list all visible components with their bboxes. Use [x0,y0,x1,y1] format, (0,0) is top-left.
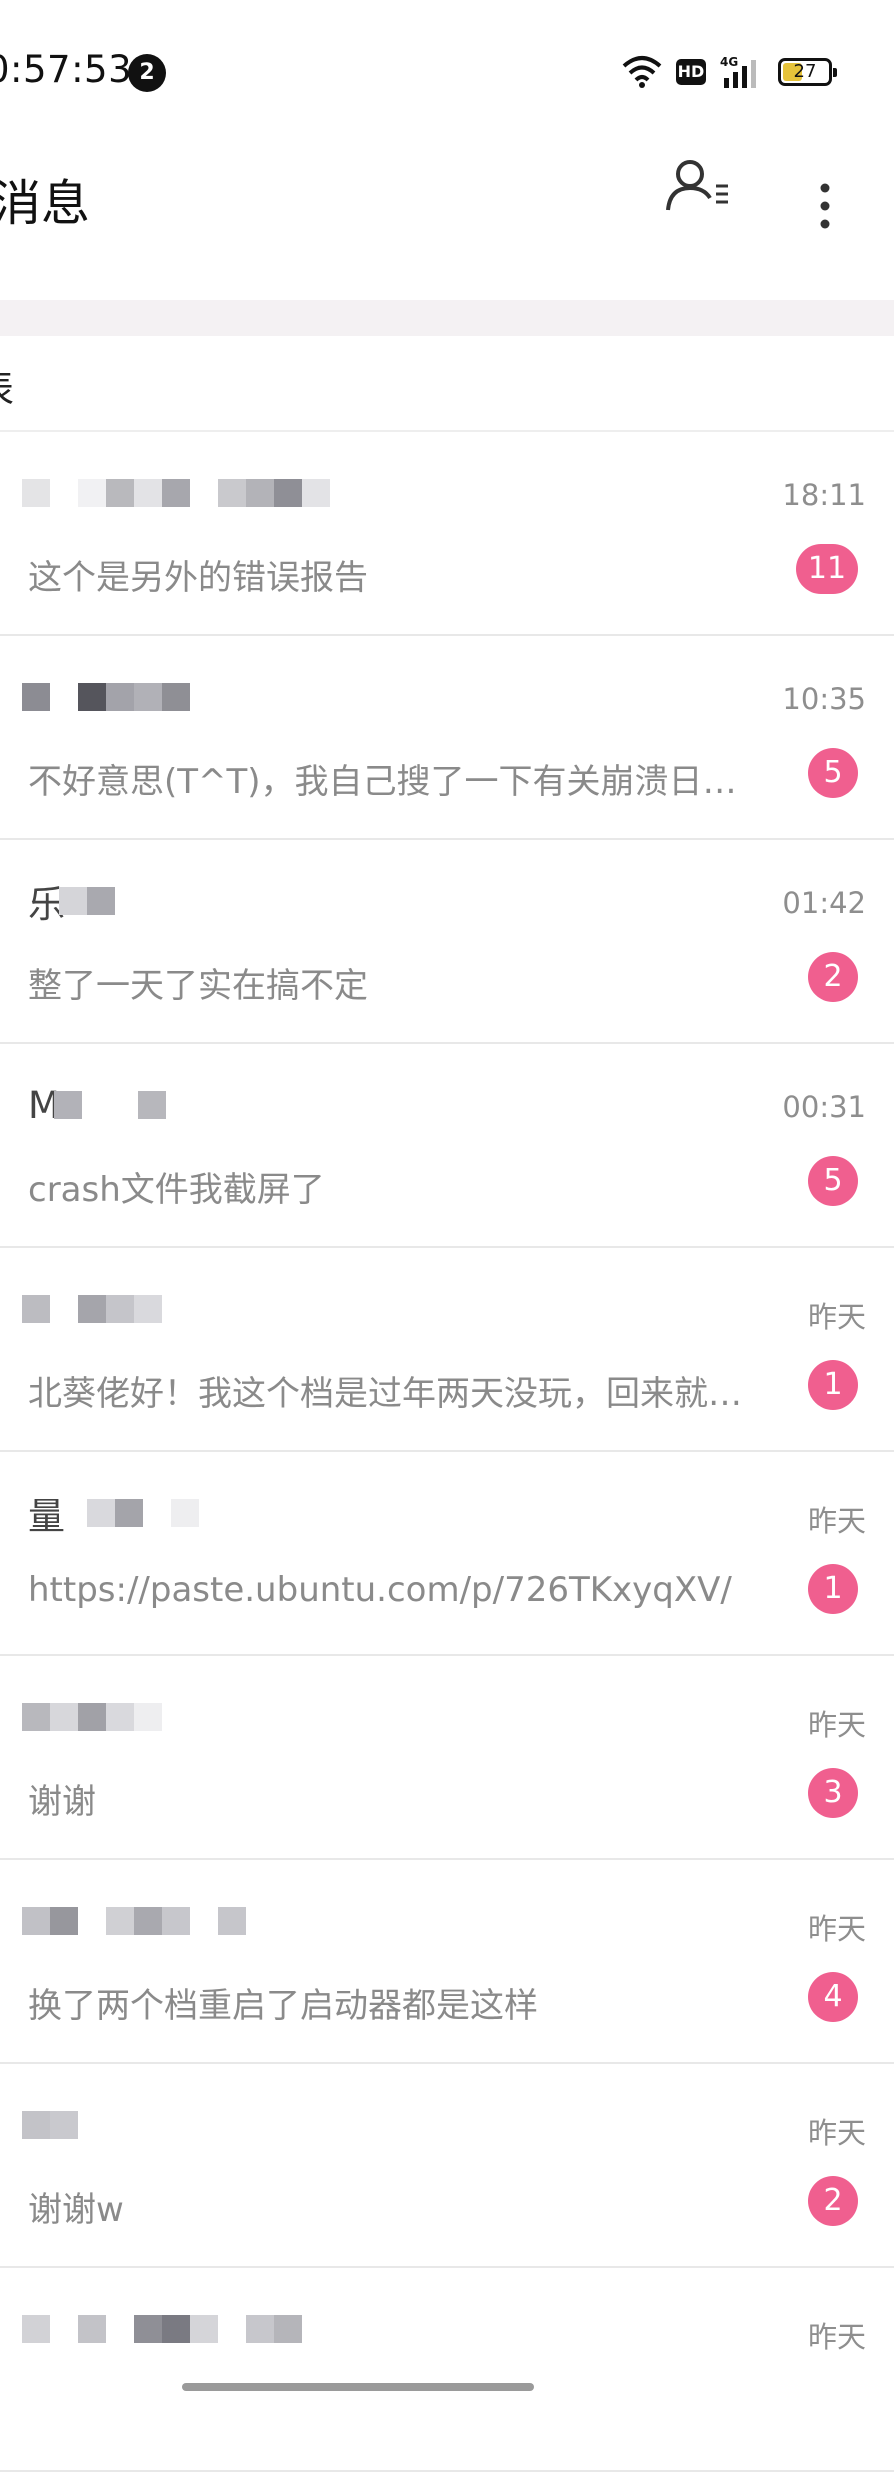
contact-name: 量 [28,1488,199,1538]
contact-name [22,1896,246,1946]
message-preview: 整了一天了实在搞不定 [28,966,368,1006]
message-preview: 北葵佬好！我这个档是过年两天没玩，回来就打不开了 [28,1374,768,1414]
header-divider [0,300,894,336]
conversation-row[interactable]: 昨天 换了两个档重启了启动器都是这样 4 [0,1860,894,2064]
message-time: 01:42 [782,886,866,920]
unread-count-badge: 5 [808,1156,858,1206]
message-preview: https://paste.ubuntu.com/p/726TKxyqXV/ [28,1570,732,1610]
contact-name [22,468,330,518]
conversation-row[interactable]: M 00:31 crash文件我截屏了 5 [0,1044,894,1248]
conversation-row[interactable]: 量 昨天 https://paste.ubuntu.com/p/726TKxyq… [0,1452,894,1656]
contact-name: M [28,1080,166,1130]
message-time: 昨天 [807,2116,866,2150]
message-preview: 谢谢 [28,1782,96,1822]
unread-count-badge: 2 [808,2176,858,2226]
home-indicator[interactable] [182,2383,534,2391]
conversation-list: 18:11 这个是另外的错误报告 11 10:35 不好意思(T^T)，我自己搜… [0,432,894,2472]
status-time: 0:57:53 [0,48,133,91]
conversation-row[interactable]: 昨天 谢谢w 2 [0,2064,894,2268]
unread-count-badge: 11 [796,544,858,594]
wifi-icon [622,56,662,88]
contact-name: 乐 [28,876,115,926]
page-title: 消息 [0,175,91,232]
unread-count-badge: 4 [808,1972,858,2022]
contact-name [22,1692,162,1742]
battery-icon: 27 [778,58,837,86]
message-time: 18:11 [782,478,866,512]
message-time: 10:35 [782,682,866,716]
message-time: 昨天 [807,1912,866,1946]
message-time: 昨天 [807,1504,866,1538]
conversation-row[interactable]: 10:35 不好意思(T^T)，我自己搜了一下有关崩溃日志的问题 5 [0,636,894,840]
unread-count-badge: 1 [808,1564,858,1614]
message-preview: crash文件我截屏了 [28,1170,325,1210]
signal-icon: 4G [720,55,756,88]
status-icons: HD 4G 27 [622,52,837,92]
contact-name [22,1284,162,1334]
message-time: 昨天 [807,1708,866,1742]
conversation-row[interactable]: 昨天 谢谢 3 [0,1656,894,1860]
unread-count-badge: 1 [808,1360,858,1410]
conversation-row[interactable]: 昨天 [0,2268,894,2472]
more-vertical-icon[interactable] [800,150,850,230]
contacts-list-icon[interactable] [660,150,740,230]
conversation-row[interactable]: 18:11 这个是另外的错误报告 11 [0,432,894,636]
message-time: 昨天 [807,2320,866,2354]
message-time: 昨天 [807,1300,866,1334]
contact-name [22,2304,302,2354]
network-type-label: 4G [720,55,738,69]
contact-name [22,2100,78,2150]
conversation-row[interactable]: 乐 01:42 整了一天了实在搞不定 2 [0,840,894,1044]
unread-count-badge: 5 [808,748,858,798]
app-header: 消息 [0,140,894,300]
message-preview: 不好意思(T^T)，我自己搜了一下有关崩溃日志的问题 [28,762,768,802]
message-preview: 换了两个档重启了启动器都是这样 [28,1986,538,2026]
battery-level: 27 [793,61,817,82]
contact-name [22,672,190,722]
unread-count-badge: 3 [808,1768,858,1818]
status-bar: 0:57:53 2 HD 4G 27 [0,0,894,140]
message-preview: 这个是另外的错误报告 [28,558,368,598]
unread-count-badge: 2 [808,952,858,1002]
hd-icon: HD [676,59,706,85]
message-time: 00:31 [782,1090,866,1124]
message-preview: 谢谢w [28,2190,124,2230]
notification-count-badge: 2 [128,54,166,92]
section-label: 表 [0,358,14,413]
conversation-row[interactable]: 昨天 北葵佬好！我这个档是过年两天没玩，回来就打不开了 1 [0,1248,894,1452]
